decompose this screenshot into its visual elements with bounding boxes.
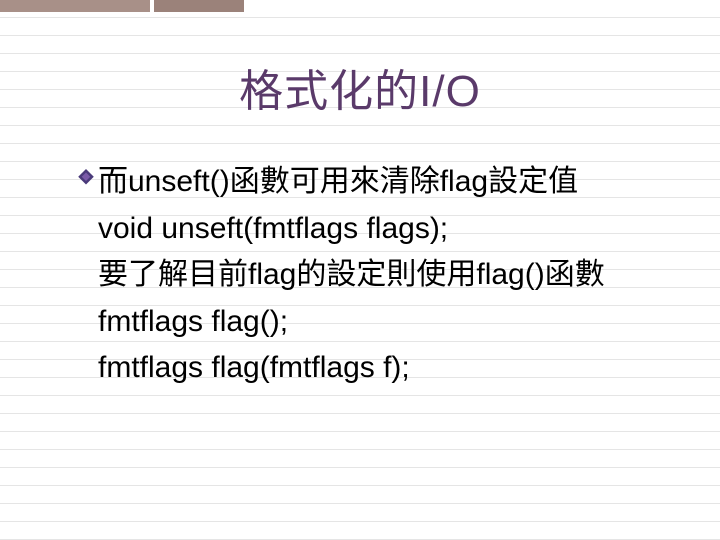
body-line-5: fmtflags flag(fmtflags f); [98, 345, 680, 392]
top-decor-bars [0, 0, 248, 12]
body-line-2: void unseft(fmtflags flags); [98, 206, 680, 253]
bullet-row: 而unseft()函數可用來清除flag設定值 [78, 159, 680, 206]
diamond-bullet-icon [78, 169, 94, 190]
body-content: 而unseft()函數可用來清除flag設定值 void unseft(fmtf… [78, 159, 680, 392]
body-line-4: fmtflags flag(); [98, 299, 680, 346]
slide-content: 格式化的I/O 而unseft()函數可用來清除flag設定值 void uns… [0, 0, 720, 392]
slide-title: 格式化的I/O [0, 55, 720, 119]
bullet-line-1: 而unseft()函數可用來清除flag設定值 [98, 159, 578, 206]
decor-bar-2 [154, 0, 244, 12]
body-line-3: 要了解目前flag的設定則使用flag()函數 [98, 252, 680, 299]
decor-bar-1 [0, 0, 150, 12]
